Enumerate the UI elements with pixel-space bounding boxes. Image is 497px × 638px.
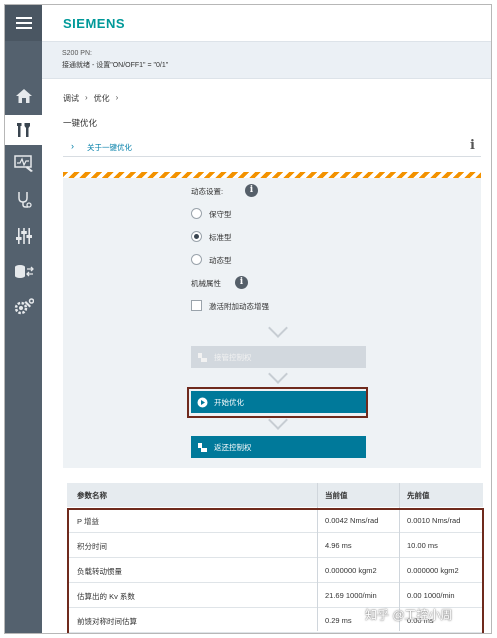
chevron-right-icon: › <box>71 141 74 151</box>
mechanical-properties-label: 机械属性 <box>191 279 221 288</box>
hamburger-icon <box>15 14 32 32</box>
sliders-icon[interactable] <box>5 221 42 251</box>
diagnostics-icon[interactable] <box>5 185 42 215</box>
hand-control-icon <box>197 352 208 363</box>
device-status: 接通就绪 - 设置"ON/OFF1" = "0/1" <box>62 62 169 69</box>
column-header-previous: 先前值 <box>407 491 430 500</box>
breadcrumb-item-optimization[interactable]: 优化 <box>94 93 110 104</box>
watermark: 知乎 @工控小周 <box>365 608 453 622</box>
data-transfer-icon[interactable] <box>5 257 42 287</box>
radio-standard-label: 标准型 <box>209 233 232 242</box>
take-control-label: 接管控制权 <box>214 352 252 362</box>
table-header: 参数名称 当前值 先前值 <box>67 483 483 507</box>
app-window: SIEMENS S200 PN: 接通就绪 - 设置"ON/OFF1" = "0… <box>4 4 492 634</box>
info-icon[interactable]: i <box>235 276 248 289</box>
radio-standard[interactable] <box>191 231 202 242</box>
dynamic-settings-label: 动态设置: <box>191 187 224 196</box>
column-header-current: 当前值 <box>325 491 348 500</box>
radio-dynamic[interactable] <box>191 254 202 265</box>
return-control-button[interactable]: 返还控制权 <box>191 436 366 458</box>
settings-wrench-icon[interactable] <box>5 292 42 322</box>
about-link[interactable]: 关于一键优化 <box>87 142 132 153</box>
hand-control-icon <box>197 442 208 453</box>
sidebar <box>5 5 42 633</box>
dynamic-boost-checkbox[interactable] <box>191 300 202 311</box>
column-header-parameter: 参数名称 <box>77 491 107 500</box>
home-icon[interactable] <box>5 81 42 111</box>
info-icon[interactable]: i <box>245 184 258 197</box>
about-expander[interactable]: › 关于一键优化 i <box>63 137 481 157</box>
chevron-right-icon: › <box>85 93 88 102</box>
radio-dynamic-label: 动态型 <box>209 256 232 265</box>
device-name: S200 PN: <box>62 50 92 57</box>
dynamic-boost-label: 激活附加动态增强 <box>209 302 269 311</box>
radio-conservative-label: 保守型 <box>209 210 232 219</box>
brand-logo: SIEMENS <box>63 16 126 31</box>
monitor-icon[interactable] <box>5 149 42 179</box>
menu-button[interactable] <box>5 5 42 41</box>
breadcrumb-item-commissioning[interactable]: 调试 <box>63 93 79 104</box>
device-info-bar: S200 PN: 接通就绪 - 设置"ON/OFF1" = "0/1" <box>42 41 491 79</box>
chevron-right-icon: › <box>115 93 119 102</box>
page-title: 一键优化 <box>63 118 98 128</box>
breadcrumb: 调试 › 优化 › <box>63 93 118 104</box>
tools-icon[interactable] <box>5 115 42 145</box>
return-control-label: 返还控制权 <box>214 442 252 452</box>
radio-conservative[interactable] <box>191 208 202 219</box>
info-icon[interactable]: i <box>470 138 475 153</box>
